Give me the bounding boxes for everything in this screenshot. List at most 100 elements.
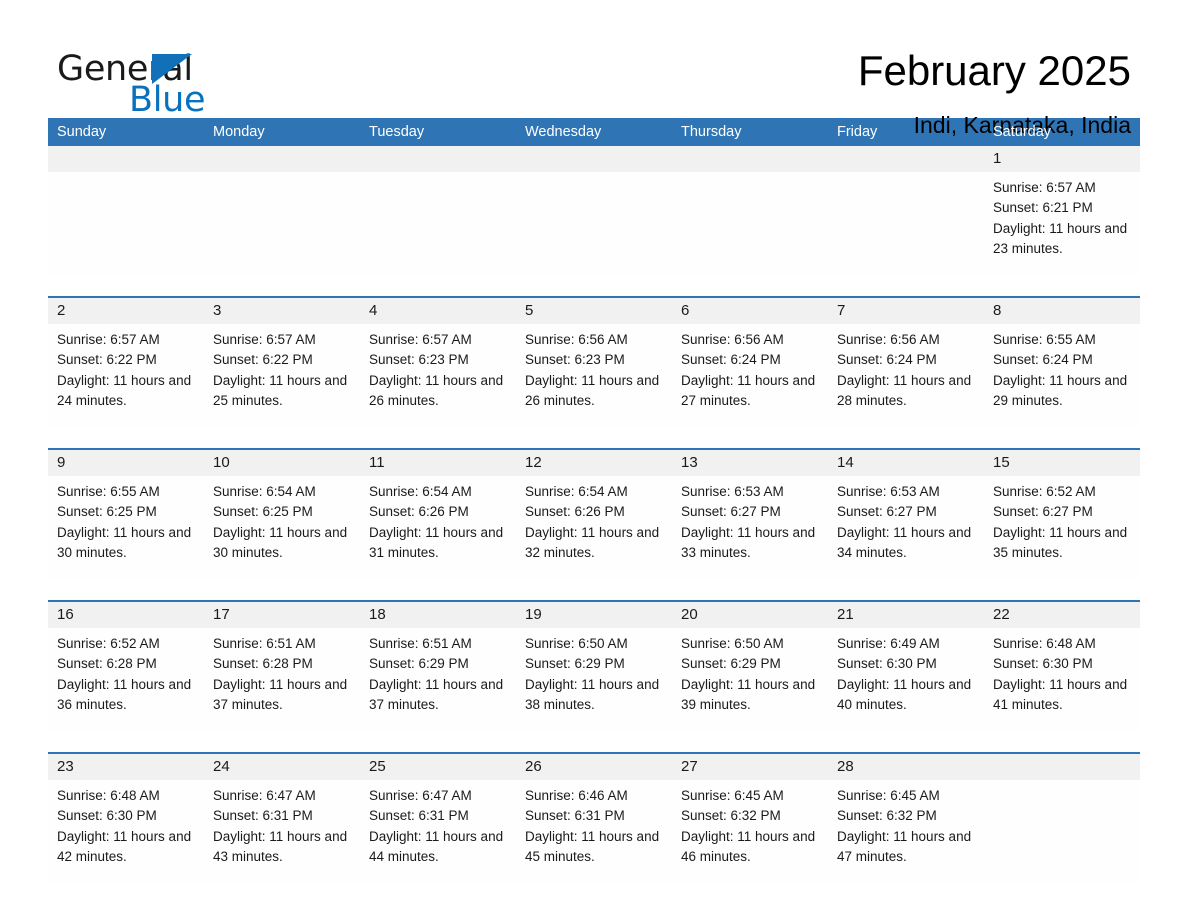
calendar-day-cell[interactable]: 10 Sunrise: 6:54 AM Sunset: 6:25 PM Dayligh… bbox=[204, 450, 360, 580]
day-number: 18 bbox=[360, 602, 516, 628]
sunset-text: Sunset: 6:25 PM bbox=[57, 504, 157, 520]
day-number: 15 bbox=[984, 450, 1140, 476]
sunrise-text: Sunrise: 6:54 AM bbox=[369, 484, 472, 499]
calendar-day-cell[interactable]: 13 Sunrise: 6:53 AM Sunset: 6:27 PM Dayligh… bbox=[672, 450, 828, 580]
day-details: Sunrise: 6:48 AM Sunset: 6:30 PM Daylight:… bbox=[984, 628, 1140, 732]
weekday-header-saturday: Saturday bbox=[993, 124, 1052, 140]
day-details: Sunrise: 6:56 AM Sunset: 6:24 PM Daylight:… bbox=[672, 324, 828, 428]
calendar-day-cell[interactable]: 17 Sunrise: 6:51 AM Sunset: 6:28 PM Dayligh… bbox=[204, 602, 360, 732]
calendar-day-cell[interactable]: 14 Sunrise: 6:53 AM Sunset: 6:27 PM Dayligh… bbox=[828, 450, 984, 580]
daylight-text: Daylight: 11 hours and 29 minutes. bbox=[993, 372, 1128, 408]
day-number: 9 bbox=[48, 450, 204, 476]
day-number: 16 bbox=[48, 602, 204, 628]
sunrise-text: Sunrise: 6:52 AM bbox=[57, 636, 160, 651]
calendar-day-cell[interactable]: 2 Sunrise: 6:57 AM Sunset: 6:22 PM Daylight… bbox=[48, 298, 204, 428]
calendar-day-cell[interactable]: 1 Sunrise: 6:57 AM Sunset: 6:21 PM Daylight… bbox=[984, 146, 1140, 276]
sunset-text: Sunset: 6:31 PM bbox=[369, 808, 469, 824]
weekday-header-thursday: Thursday bbox=[681, 124, 742, 140]
sunrise-text: Sunrise: 6:55 AM bbox=[993, 332, 1096, 347]
calendar-day-cell[interactable]: 15 Sunrise: 6:52 AM Sunset: 6:27 PM Dayligh… bbox=[984, 450, 1140, 580]
weekday-header-monday: Monday bbox=[213, 124, 265, 140]
sunrise-text: Sunrise: 6:53 AM bbox=[837, 484, 940, 499]
day-number: 12 bbox=[516, 450, 672, 476]
calendar-day-cell[interactable]: 27 Sunrise: 6:45 AM Sunset: 6:32 PM Dayligh… bbox=[672, 754, 828, 884]
calendar-day-cell[interactable]: 22 Sunrise: 6:48 AM Sunset: 6:30 PM Dayligh… bbox=[984, 602, 1140, 732]
calendar-day-cell[interactable]: 20 Sunrise: 6:50 AM Sunset: 6:29 PM Dayligh… bbox=[672, 602, 828, 732]
daylight-text: Daylight: 11 hours and 36 minutes. bbox=[57, 676, 192, 712]
day-details: Sunrise: 6:54 AM Sunset: 6:26 PM Daylight:… bbox=[360, 476, 516, 580]
daylight-text: Daylight: 11 hours and 34 minutes. bbox=[837, 524, 972, 560]
daylight-text: Daylight: 11 hours and 26 minutes. bbox=[525, 372, 660, 408]
day-details: Sunrise: 6:52 AM Sunset: 6:28 PM Daylight:… bbox=[48, 628, 204, 732]
sunset-text: Sunset: 6:32 PM bbox=[681, 808, 781, 824]
daylight-text: Daylight: 11 hours and 46 minutes. bbox=[681, 828, 816, 864]
daylight-text: Daylight: 11 hours and 27 minutes. bbox=[681, 372, 816, 408]
sunrise-text: Sunrise: 6:48 AM bbox=[993, 636, 1096, 651]
day-details: Sunrise: 6:49 AM Sunset: 6:30 PM Daylight:… bbox=[828, 628, 984, 732]
brand-name-blue: Blue bbox=[129, 80, 206, 120]
calendar-day-cell[interactable]: 25 Sunrise: 6:47 AM Sunset: 6:31 PM Dayligh… bbox=[360, 754, 516, 884]
day-details bbox=[360, 172, 516, 276]
day-details: Sunrise: 6:54 AM Sunset: 6:26 PM Daylight:… bbox=[516, 476, 672, 580]
day-number: 8 bbox=[984, 298, 1140, 324]
calendar-day-cell[interactable]: 7 Sunrise: 6:56 AM Sunset: 6:24 PM Daylight… bbox=[828, 298, 984, 428]
weekday-header-row: Sunday Monday Tuesday Wednesday Thursday Frid… bbox=[48, 118, 1140, 146]
weekday-header-friday: Friday bbox=[837, 124, 878, 140]
day-details: Sunrise: 6:56 AM Sunset: 6:24 PM Daylight:… bbox=[828, 324, 984, 428]
day-details: Sunrise: 6:56 AM Sunset: 6:23 PM Daylight:… bbox=[516, 324, 672, 428]
daylight-text: Daylight: 11 hours and 39 minutes. bbox=[681, 676, 816, 712]
day-number: 22 bbox=[984, 602, 1140, 628]
daylight-text: Daylight: 11 hours and 40 minutes. bbox=[837, 676, 972, 712]
sunset-text: Sunset: 6:25 PM bbox=[213, 504, 313, 520]
daylight-text: Daylight: 11 hours and 33 minutes. bbox=[681, 524, 816, 560]
calendar-day-cell[interactable]: 11 Sunrise: 6:54 AM Sunset: 6:26 PM Dayligh… bbox=[360, 450, 516, 580]
calendar-day-cell[interactable]: 24 Sunrise: 6:47 AM Sunset: 6:31 PM Dayligh… bbox=[204, 754, 360, 884]
daylight-text: Daylight: 11 hours and 43 minutes. bbox=[213, 828, 348, 864]
week-row-spacer bbox=[48, 732, 1140, 752]
calendar-day-cell[interactable]: 18 Sunrise: 6:51 AM Sunset: 6:29 PM Dayligh… bbox=[360, 602, 516, 732]
day-details: Sunrise: 6:51 AM Sunset: 6:29 PM Daylight:… bbox=[360, 628, 516, 732]
sunset-text: Sunset: 6:28 PM bbox=[213, 656, 313, 672]
calendar-day-cell[interactable]: 23 Sunrise: 6:48 AM Sunset: 6:30 PM Dayligh… bbox=[48, 754, 204, 884]
calendar-day-cell[interactable]: 9 Sunrise: 6:55 AM Sunset: 6:25 PM Daylight… bbox=[48, 450, 204, 580]
calendar-day-cell[interactable]: 3 Sunrise: 6:57 AM Sunset: 6:22 PM Daylight… bbox=[204, 298, 360, 428]
calendar-day-cell[interactable]: 8 Sunrise: 6:55 AM Sunset: 6:24 PM Daylight… bbox=[984, 298, 1140, 428]
day-details: Sunrise: 6:55 AM Sunset: 6:25 PM Daylight:… bbox=[48, 476, 204, 580]
day-number: 20 bbox=[672, 602, 828, 628]
weekday-header-sunday: Sunday bbox=[57, 124, 107, 140]
calendar-day-cell[interactable]: 21 Sunrise: 6:49 AM Sunset: 6:30 PM Dayligh… bbox=[828, 602, 984, 732]
day-number: 6 bbox=[672, 298, 828, 324]
sunrise-text: Sunrise: 6:56 AM bbox=[681, 332, 784, 347]
calendar-day-cell[interactable]: 6 Sunrise: 6:56 AM Sunset: 6:24 PM Daylight… bbox=[672, 298, 828, 428]
calendar-day-cell-empty bbox=[672, 146, 828, 276]
sunrise-text: Sunrise: 6:48 AM bbox=[57, 788, 160, 803]
sunrise-text: Sunrise: 6:46 AM bbox=[525, 788, 628, 803]
sunrise-text: Sunrise: 6:47 AM bbox=[369, 788, 472, 803]
sunset-text: Sunset: 6:26 PM bbox=[525, 504, 625, 520]
day-number bbox=[516, 146, 672, 172]
day-details: Sunrise: 6:51 AM Sunset: 6:28 PM Daylight:… bbox=[204, 628, 360, 732]
day-number: 26 bbox=[516, 754, 672, 780]
day-number: 25 bbox=[360, 754, 516, 780]
sunset-text: Sunset: 6:27 PM bbox=[837, 504, 937, 520]
day-number: 2 bbox=[48, 298, 204, 324]
calendar-day-cell[interactable]: 28 Sunrise: 6:45 AM Sunset: 6:32 PM Dayligh… bbox=[828, 754, 984, 884]
daylight-text: Daylight: 11 hours and 23 minutes. bbox=[993, 220, 1128, 256]
calendar-grid: Sunday Monday Tuesday Wednesday Thursday Frid… bbox=[48, 118, 1140, 884]
calendar-day-cell[interactable]: 16 Sunrise: 6:52 AM Sunset: 6:28 PM Dayligh… bbox=[48, 602, 204, 732]
sunrise-text: Sunrise: 6:51 AM bbox=[369, 636, 472, 651]
calendar-day-cell[interactable]: 4 Sunrise: 6:57 AM Sunset: 6:23 PM Daylight… bbox=[360, 298, 516, 428]
calendar-day-cell[interactable]: 12 Sunrise: 6:54 AM Sunset: 6:26 PM Dayligh… bbox=[516, 450, 672, 580]
day-number bbox=[672, 146, 828, 172]
calendar-day-cell[interactable]: 19 Sunrise: 6:50 AM Sunset: 6:29 PM Dayligh… bbox=[516, 602, 672, 732]
day-number: 13 bbox=[672, 450, 828, 476]
day-number: 28 bbox=[828, 754, 984, 780]
sunrise-text: Sunrise: 6:50 AM bbox=[681, 636, 784, 651]
day-details bbox=[48, 172, 204, 276]
sunrise-text: Sunrise: 6:57 AM bbox=[213, 332, 316, 347]
day-details: Sunrise: 6:57 AM Sunset: 6:23 PM Daylight:… bbox=[360, 324, 516, 428]
sunrise-text: Sunrise: 6:49 AM bbox=[837, 636, 940, 651]
sunset-text: Sunset: 6:30 PM bbox=[837, 656, 937, 672]
calendar-day-cell[interactable]: 26 Sunrise: 6:46 AM Sunset: 6:31 PM Dayligh… bbox=[516, 754, 672, 884]
calendar-day-cell[interactable]: 5 Sunrise: 6:56 AM Sunset: 6:23 PM Daylight… bbox=[516, 298, 672, 428]
